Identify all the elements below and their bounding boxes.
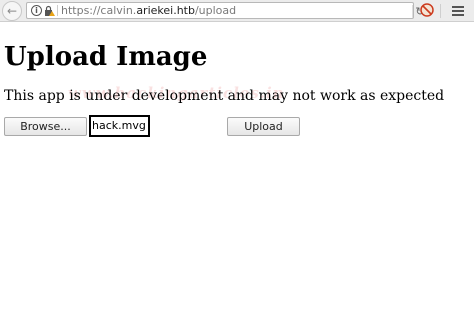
back-arrow-icon[interactable]: ← — [2, 1, 22, 21]
url-separator — [57, 5, 58, 16]
page-title: Upload Image — [4, 42, 208, 72]
url-text[interactable]: https://calvin.ariekei.htb/upload — [61, 4, 236, 18]
browse-button[interactable]: Browse... — [4, 117, 87, 136]
browser-toolbar: ← i https://calvin.ariekei.htb/upload ↻ — [0, 0, 474, 22]
upload-button[interactable]: Upload — [227, 117, 300, 136]
hamburger-menu-icon[interactable] — [452, 6, 464, 16]
toolbar-separator — [440, 4, 441, 18]
url-path: /upload — [194, 4, 237, 17]
url-host: ariekei.htb — [136, 4, 195, 17]
selected-file-name: hack.mvg — [89, 115, 150, 137]
url-prefix: https://calvin. — [61, 4, 137, 17]
url-bar[interactable]: i https://calvin.ariekei.htb/upload ↻ — [26, 2, 425, 19]
blocked-circle-icon[interactable] — [420, 3, 434, 17]
page-subtitle: This app is under development and may no… — [4, 88, 445, 104]
lock-warning-icon[interactable] — [44, 5, 56, 17]
info-icon[interactable]: i — [31, 5, 42, 16]
